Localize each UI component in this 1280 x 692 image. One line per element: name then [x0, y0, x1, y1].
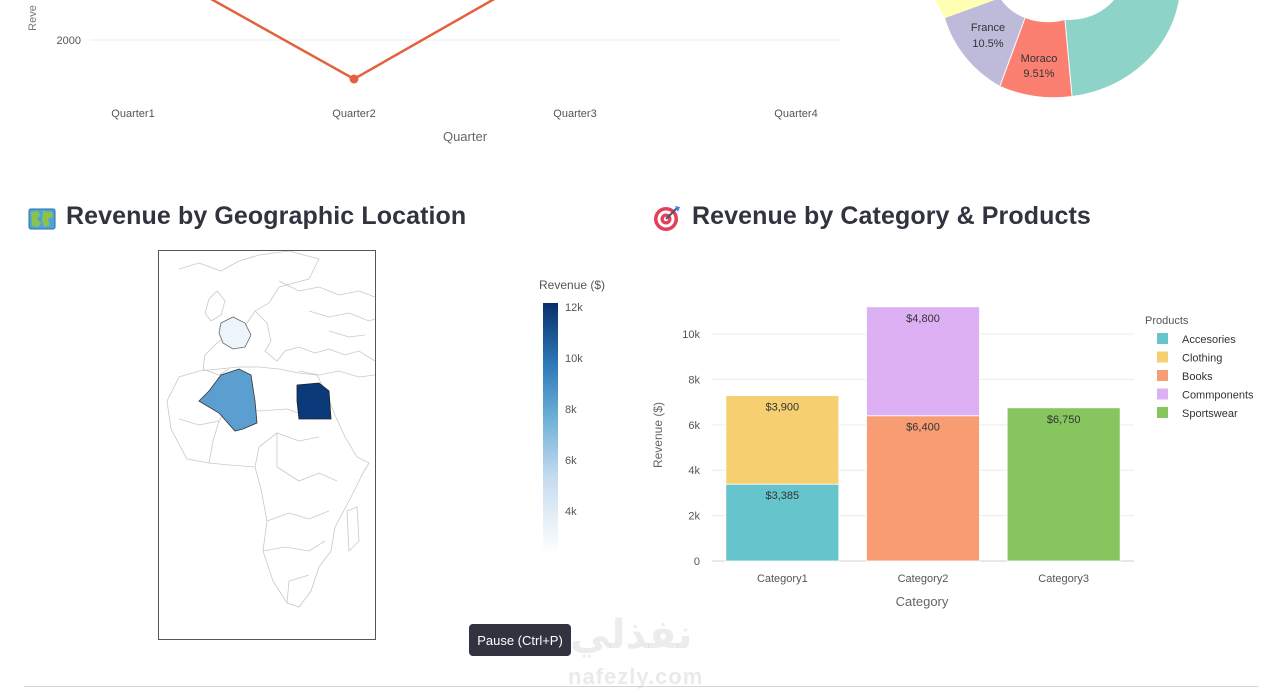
legend-swatch — [1157, 388, 1168, 400]
colorbar-tick: 10k — [565, 353, 583, 365]
legend-item-label[interactable]: Clothing — [1182, 353, 1222, 365]
legend-item-label[interactable]: Accesories — [1182, 334, 1236, 346]
choropleth-map[interactable] — [158, 250, 376, 640]
colorbar-tick: 8k — [565, 404, 577, 416]
bar-data-label: $3,385 — [766, 490, 800, 502]
y-axis-label-fragment: Reve — [27, 5, 39, 31]
pause-tooltip: Pause (Ctrl+P) — [469, 624, 571, 656]
legend-item-label[interactable]: Commponents — [1182, 390, 1254, 402]
slice-label-france: France — [971, 22, 1005, 34]
revenue-colorbar — [543, 303, 558, 553]
map-canvas — [166, 251, 375, 608]
bar-data-label: $3,900 — [766, 402, 800, 414]
colorbar-tick: 12k — [565, 302, 583, 314]
target-icon — [654, 206, 680, 231]
bar-segment[interactable] — [1006, 407, 1121, 562]
divider — [24, 686, 1258, 687]
legend-swatch — [1157, 370, 1168, 381]
x-tick-quarter2: Quarter2 — [332, 108, 375, 120]
x-tick-quarter4: Quarter4 — [774, 108, 817, 120]
bar-data-label: $6,400 — [906, 422, 940, 434]
bar-data-label: $6,750 — [1047, 414, 1081, 426]
colorbar-title: Revenue ($) — [539, 278, 606, 292]
x-tick-label: Category1 — [757, 573, 808, 585]
map-icon — [28, 208, 56, 230]
data-point-quarter2[interactable] — [349, 74, 359, 84]
x-tick-quarter3: Quarter3 — [553, 108, 596, 120]
country-egypt — [296, 382, 332, 420]
donut-slice-other[interactable] — [1065, 0, 1180, 96]
legend-title: Products — [1145, 315, 1189, 327]
y-tick-label: 0 — [694, 556, 700, 568]
country-france — [218, 316, 252, 350]
country-algeria — [198, 368, 258, 432]
y-tick-label: 10k — [682, 329, 700, 341]
y-axis-title: Revenue ($) — [651, 402, 665, 468]
legend-item-label[interactable]: Books — [1182, 371, 1213, 383]
y-tick-label: 8k — [688, 374, 700, 386]
revenue-by-country-donut-chart: France 10.5% Moraco 9.51% — [935, 0, 1180, 98]
x-tick-label: Category3 — [1038, 573, 1089, 585]
watermark-arabic: نفذلي — [570, 613, 693, 657]
x-axis-title: Category — [896, 594, 949, 609]
revenue-by-category-bar-chart: 0 2k 4k 6k 8k 10k Revenue ($) $3,385 $3,900 Categ… — [651, 306, 1254, 609]
revenue-by-quarter-line-chart: Reve 2000 Quarter1 Quarter2 Quarter3 Qua… — [27, 0, 840, 144]
slice-pct-france: 10.5% — [972, 38, 1003, 50]
y-tick-label: 2000 — [57, 35, 81, 47]
x-tick-label: Category2 — [898, 573, 949, 585]
legend-swatch — [1157, 333, 1168, 344]
x-tick-quarter1: Quarter1 — [111, 108, 154, 120]
category-section-title: Revenue by Category & Products — [692, 202, 1091, 230]
bar-data-label: $4,800 — [906, 313, 940, 325]
legend-item-label[interactable]: Sportswear — [1182, 408, 1238, 420]
y-tick-label: 2k — [688, 511, 700, 523]
africa-outline — [166, 366, 370, 608]
geo-section-title: Revenue by Geographic Location — [66, 202, 467, 230]
bar-segment[interactable] — [866, 415, 980, 562]
x-axis-title: Quarter — [443, 129, 488, 144]
colorbar-tick: 4k — [565, 506, 577, 518]
slice-label-moraco: Moraco — [1021, 53, 1058, 65]
y-tick-label: 4k — [688, 465, 700, 477]
slice-pct-moraco: 9.51% — [1023, 68, 1054, 80]
y-tick-label: 6k — [688, 420, 700, 432]
colorbar-tick: 6k — [565, 455, 577, 467]
legend-swatch — [1157, 351, 1168, 363]
country-outline — [178, 251, 320, 376]
legend-swatch — [1157, 407, 1168, 418]
